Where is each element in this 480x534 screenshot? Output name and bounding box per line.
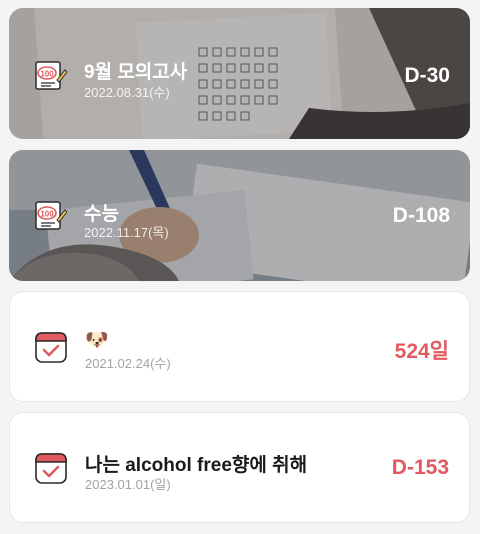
day-counter: 524일 <box>394 340 449 363</box>
event-date: 2022.11.17(목) <box>84 225 169 240</box>
svg-text:100: 100 <box>40 70 54 79</box>
event-date: 2022.08.31(수) <box>84 85 170 100</box>
exam-100-icon: 100 <box>33 58 67 92</box>
event-title: 나는 alcohol free향에 취해 <box>85 455 308 476</box>
event-date: 2023.01.01(일) <box>85 477 171 492</box>
d-day-counter: D-153 <box>391 456 449 479</box>
event-card-csat[interactable]: 100 수능 2022.11.17(목) D-108 <box>9 150 470 281</box>
event-card-alcohol-free[interactable]: 나는 alcohol free향에 취해 2023.01.01(일) D-153 <box>9 412 470 523</box>
exam-100-icon: 100 <box>33 198 67 232</box>
event-title: 🐶 <box>85 330 109 351</box>
event-card-mock-exam[interactable]: 100 9월 모의고사 2022.08.31(수) D-30 <box>9 8 470 139</box>
event-title: 9월 모의고사 <box>84 62 188 83</box>
event-card-puppy[interactable]: 🐶 2021.02.24(수) 524일 <box>9 291 470 402</box>
calendar-check-icon <box>34 451 68 485</box>
calendar-check-icon <box>34 330 68 364</box>
event-date: 2021.02.24(수) <box>85 356 171 371</box>
d-day-counter: D-30 <box>404 64 450 87</box>
d-day-counter: D-108 <box>392 204 450 227</box>
card-image-overlay <box>9 8 470 139</box>
svg-text:100: 100 <box>40 210 54 219</box>
